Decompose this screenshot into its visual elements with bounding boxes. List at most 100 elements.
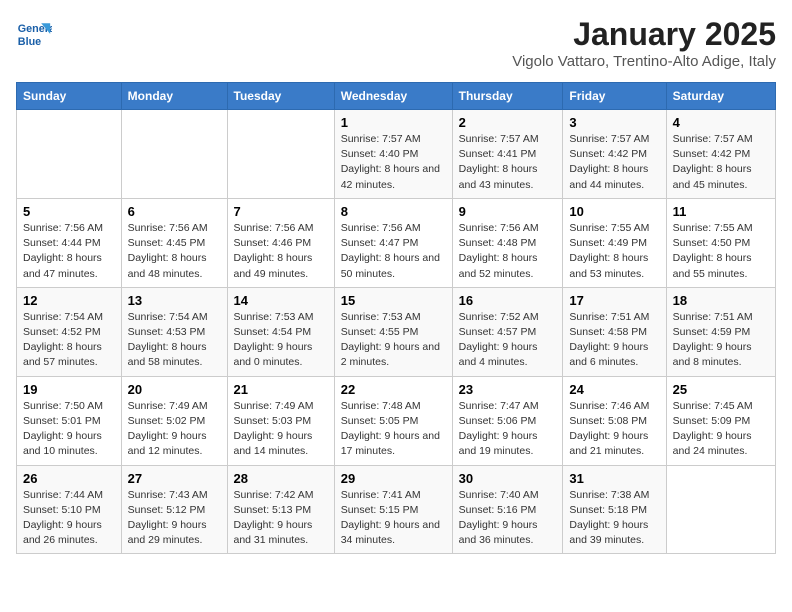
- day-info: Sunrise: 7:49 AMSunset: 5:02 PMDaylight:…: [128, 399, 221, 460]
- day-info: Sunrise: 7:54 AMSunset: 4:52 PMDaylight:…: [23, 310, 115, 371]
- day-info: Sunrise: 7:50 AMSunset: 5:01 PMDaylight:…: [23, 399, 115, 460]
- day-info: Sunrise: 7:57 AMSunset: 4:40 PMDaylight:…: [341, 132, 446, 193]
- day-number: 4: [673, 115, 769, 130]
- day-cell: 23 Sunrise: 7:47 AMSunset: 5:06 PMDayligh…: [452, 376, 563, 465]
- day-info: Sunrise: 7:57 AMSunset: 4:41 PMDaylight:…: [459, 132, 557, 193]
- col-header-sunday: Sunday: [17, 83, 122, 110]
- day-cell: 11 Sunrise: 7:55 AMSunset: 4:50 PMDayligh…: [666, 198, 775, 287]
- day-cell: 5 Sunrise: 7:56 AMSunset: 4:44 PMDaylight…: [17, 198, 122, 287]
- day-info: Sunrise: 7:46 AMSunset: 5:08 PMDaylight:…: [569, 399, 659, 460]
- day-info: Sunrise: 7:42 AMSunset: 5:13 PMDaylight:…: [234, 488, 328, 549]
- day-number: 23: [459, 382, 557, 397]
- week-row-2: 5 Sunrise: 7:56 AMSunset: 4:44 PMDaylight…: [17, 198, 776, 287]
- day-cell: 1 Sunrise: 7:57 AMSunset: 4:40 PMDaylight…: [334, 110, 452, 199]
- day-number: 12: [23, 293, 115, 308]
- day-info: Sunrise: 7:57 AMSunset: 4:42 PMDaylight:…: [673, 132, 769, 193]
- day-cell: 6Sunrise: 7:56 AMSunset: 4:45 PMDaylight…: [121, 198, 227, 287]
- logo-icon: General Blue: [16, 16, 52, 52]
- day-cell: [17, 110, 122, 199]
- day-number: 31: [569, 471, 659, 486]
- day-info: Sunrise: 7:44 AMSunset: 5:10 PMDaylight:…: [23, 488, 115, 549]
- day-number: 19: [23, 382, 115, 397]
- day-cell: 19 Sunrise: 7:50 AMSunset: 5:01 PMDayligh…: [17, 376, 122, 465]
- day-info: Sunrise: 7:45 AMSunset: 5:09 PMDaylight:…: [673, 399, 769, 460]
- day-cell: 13Sunrise: 7:54 AMSunset: 4:53 PMDayligh…: [121, 287, 227, 376]
- day-info: Sunrise: 7:55 AMSunset: 4:49 PMDaylight:…: [569, 221, 659, 282]
- day-number: 26: [23, 471, 115, 486]
- day-info: Sunrise: 7:38 AMSunset: 5:18 PMDaylight:…: [569, 488, 659, 549]
- week-row-3: 12 Sunrise: 7:54 AMSunset: 4:52 PMDayligh…: [17, 287, 776, 376]
- day-cell: 9Sunrise: 7:56 AMSunset: 4:48 PMDaylight…: [452, 198, 563, 287]
- col-header-tuesday: Tuesday: [227, 83, 334, 110]
- day-number: 1: [341, 115, 446, 130]
- title-section: January 2025 Vigolo Vattaro, Trentino-Al…: [512, 16, 776, 70]
- day-cell: 16 Sunrise: 7:52 AMSunset: 4:57 PMDayligh…: [452, 287, 563, 376]
- day-number: 16: [459, 293, 557, 308]
- day-number: 21: [234, 382, 328, 397]
- day-cell: 30Sunrise: 7:40 AMSunset: 5:16 PMDayligh…: [452, 465, 563, 554]
- day-cell: 3Sunrise: 7:57 AMSunset: 4:42 PMDaylight…: [563, 110, 666, 199]
- day-cell: 17Sunrise: 7:51 AMSunset: 4:58 PMDayligh…: [563, 287, 666, 376]
- day-cell: 24 Sunrise: 7:46 AMSunset: 5:08 PMDayligh…: [563, 376, 666, 465]
- page-header: General Blue January 2025 Vigolo Vattaro…: [16, 16, 776, 70]
- day-number: 17: [569, 293, 659, 308]
- svg-text:Blue: Blue: [18, 36, 41, 48]
- day-cell: [666, 465, 775, 554]
- day-cell: 29 Sunrise: 7:41 AMSunset: 5:15 PMDayligh…: [334, 465, 452, 554]
- day-number: 6: [128, 204, 221, 219]
- col-header-wednesday: Wednesday: [334, 83, 452, 110]
- day-info: Sunrise: 7:48 AMSunset: 5:05 PMDaylight:…: [341, 399, 446, 460]
- month-title: January 2025: [512, 16, 776, 53]
- day-number: 29: [341, 471, 446, 486]
- day-info: Sunrise: 7:56 AMSunset: 4:47 PMDaylight:…: [341, 221, 446, 282]
- day-number: 7: [234, 204, 328, 219]
- header-row: SundayMondayTuesdayWednesdayThursdayFrid…: [17, 83, 776, 110]
- day-cell: 22Sunrise: 7:48 AMSunset: 5:05 PMDayligh…: [334, 376, 452, 465]
- day-number: 11: [673, 204, 769, 219]
- day-number: 2: [459, 115, 557, 130]
- col-header-saturday: Saturday: [666, 83, 775, 110]
- day-cell: 26 Sunrise: 7:44 AMSunset: 5:10 PMDayligh…: [17, 465, 122, 554]
- week-row-5: 26 Sunrise: 7:44 AMSunset: 5:10 PMDayligh…: [17, 465, 776, 554]
- day-info: Sunrise: 7:52 AMSunset: 4:57 PMDaylight:…: [459, 310, 557, 371]
- day-cell: 12 Sunrise: 7:54 AMSunset: 4:52 PMDayligh…: [17, 287, 122, 376]
- day-number: 8: [341, 204, 446, 219]
- day-cell: 10 Sunrise: 7:55 AMSunset: 4:49 PMDayligh…: [563, 198, 666, 287]
- day-cell: 4 Sunrise: 7:57 AMSunset: 4:42 PMDaylight…: [666, 110, 775, 199]
- day-number: 20: [128, 382, 221, 397]
- day-cell: 18Sunrise: 7:51 AMSunset: 4:59 PMDayligh…: [666, 287, 775, 376]
- day-cell: 7Sunrise: 7:56 AMSunset: 4:46 PMDaylight…: [227, 198, 334, 287]
- day-number: 25: [673, 382, 769, 397]
- day-cell: 14Sunrise: 7:53 AMSunset: 4:54 PMDayligh…: [227, 287, 334, 376]
- day-cell: 8 Sunrise: 7:56 AMSunset: 4:47 PMDaylight…: [334, 198, 452, 287]
- col-header-friday: Friday: [563, 83, 666, 110]
- day-info: Sunrise: 7:54 AMSunset: 4:53 PMDaylight:…: [128, 310, 221, 371]
- day-cell: 2 Sunrise: 7:57 AMSunset: 4:41 PMDaylight…: [452, 110, 563, 199]
- day-info: Sunrise: 7:51 AMSunset: 4:59 PMDaylight:…: [673, 310, 769, 371]
- day-cell: 28 Sunrise: 7:42 AMSunset: 5:13 PMDayligh…: [227, 465, 334, 554]
- day-cell: 27 Sunrise: 7:43 AMSunset: 5:12 PMDayligh…: [121, 465, 227, 554]
- day-cell: 21 Sunrise: 7:49 AMSunset: 5:03 PMDayligh…: [227, 376, 334, 465]
- day-info: Sunrise: 7:55 AMSunset: 4:50 PMDaylight:…: [673, 221, 769, 282]
- week-row-4: 19 Sunrise: 7:50 AMSunset: 5:01 PMDayligh…: [17, 376, 776, 465]
- day-number: 5: [23, 204, 115, 219]
- day-number: 27: [128, 471, 221, 486]
- day-number: 24: [569, 382, 659, 397]
- location-subtitle: Vigolo Vattaro, Trentino-Alto Adige, Ita…: [512, 53, 776, 70]
- day-number: 28: [234, 471, 328, 486]
- day-info: Sunrise: 7:43 AMSunset: 5:12 PMDaylight:…: [128, 488, 221, 549]
- week-row-1: 1 Sunrise: 7:57 AMSunset: 4:40 PMDaylight…: [17, 110, 776, 199]
- calendar-header: SundayMondayTuesdayWednesdayThursdayFrid…: [17, 83, 776, 110]
- day-info: Sunrise: 7:57 AMSunset: 4:42 PMDaylight:…: [569, 132, 659, 193]
- day-info: Sunrise: 7:41 AMSunset: 5:15 PMDaylight:…: [341, 488, 446, 549]
- day-info: Sunrise: 7:49 AMSunset: 5:03 PMDaylight:…: [234, 399, 328, 460]
- day-cell: [121, 110, 227, 199]
- col-header-monday: Monday: [121, 83, 227, 110]
- day-number: 15: [341, 293, 446, 308]
- day-number: 10: [569, 204, 659, 219]
- logo: General Blue: [16, 16, 52, 52]
- day-info: Sunrise: 7:47 AMSunset: 5:06 PMDaylight:…: [459, 399, 557, 460]
- day-info: Sunrise: 7:56 AMSunset: 4:44 PMDaylight:…: [23, 221, 115, 282]
- day-number: 9: [459, 204, 557, 219]
- calendar-body: 1 Sunrise: 7:57 AMSunset: 4:40 PMDaylight…: [17, 110, 776, 554]
